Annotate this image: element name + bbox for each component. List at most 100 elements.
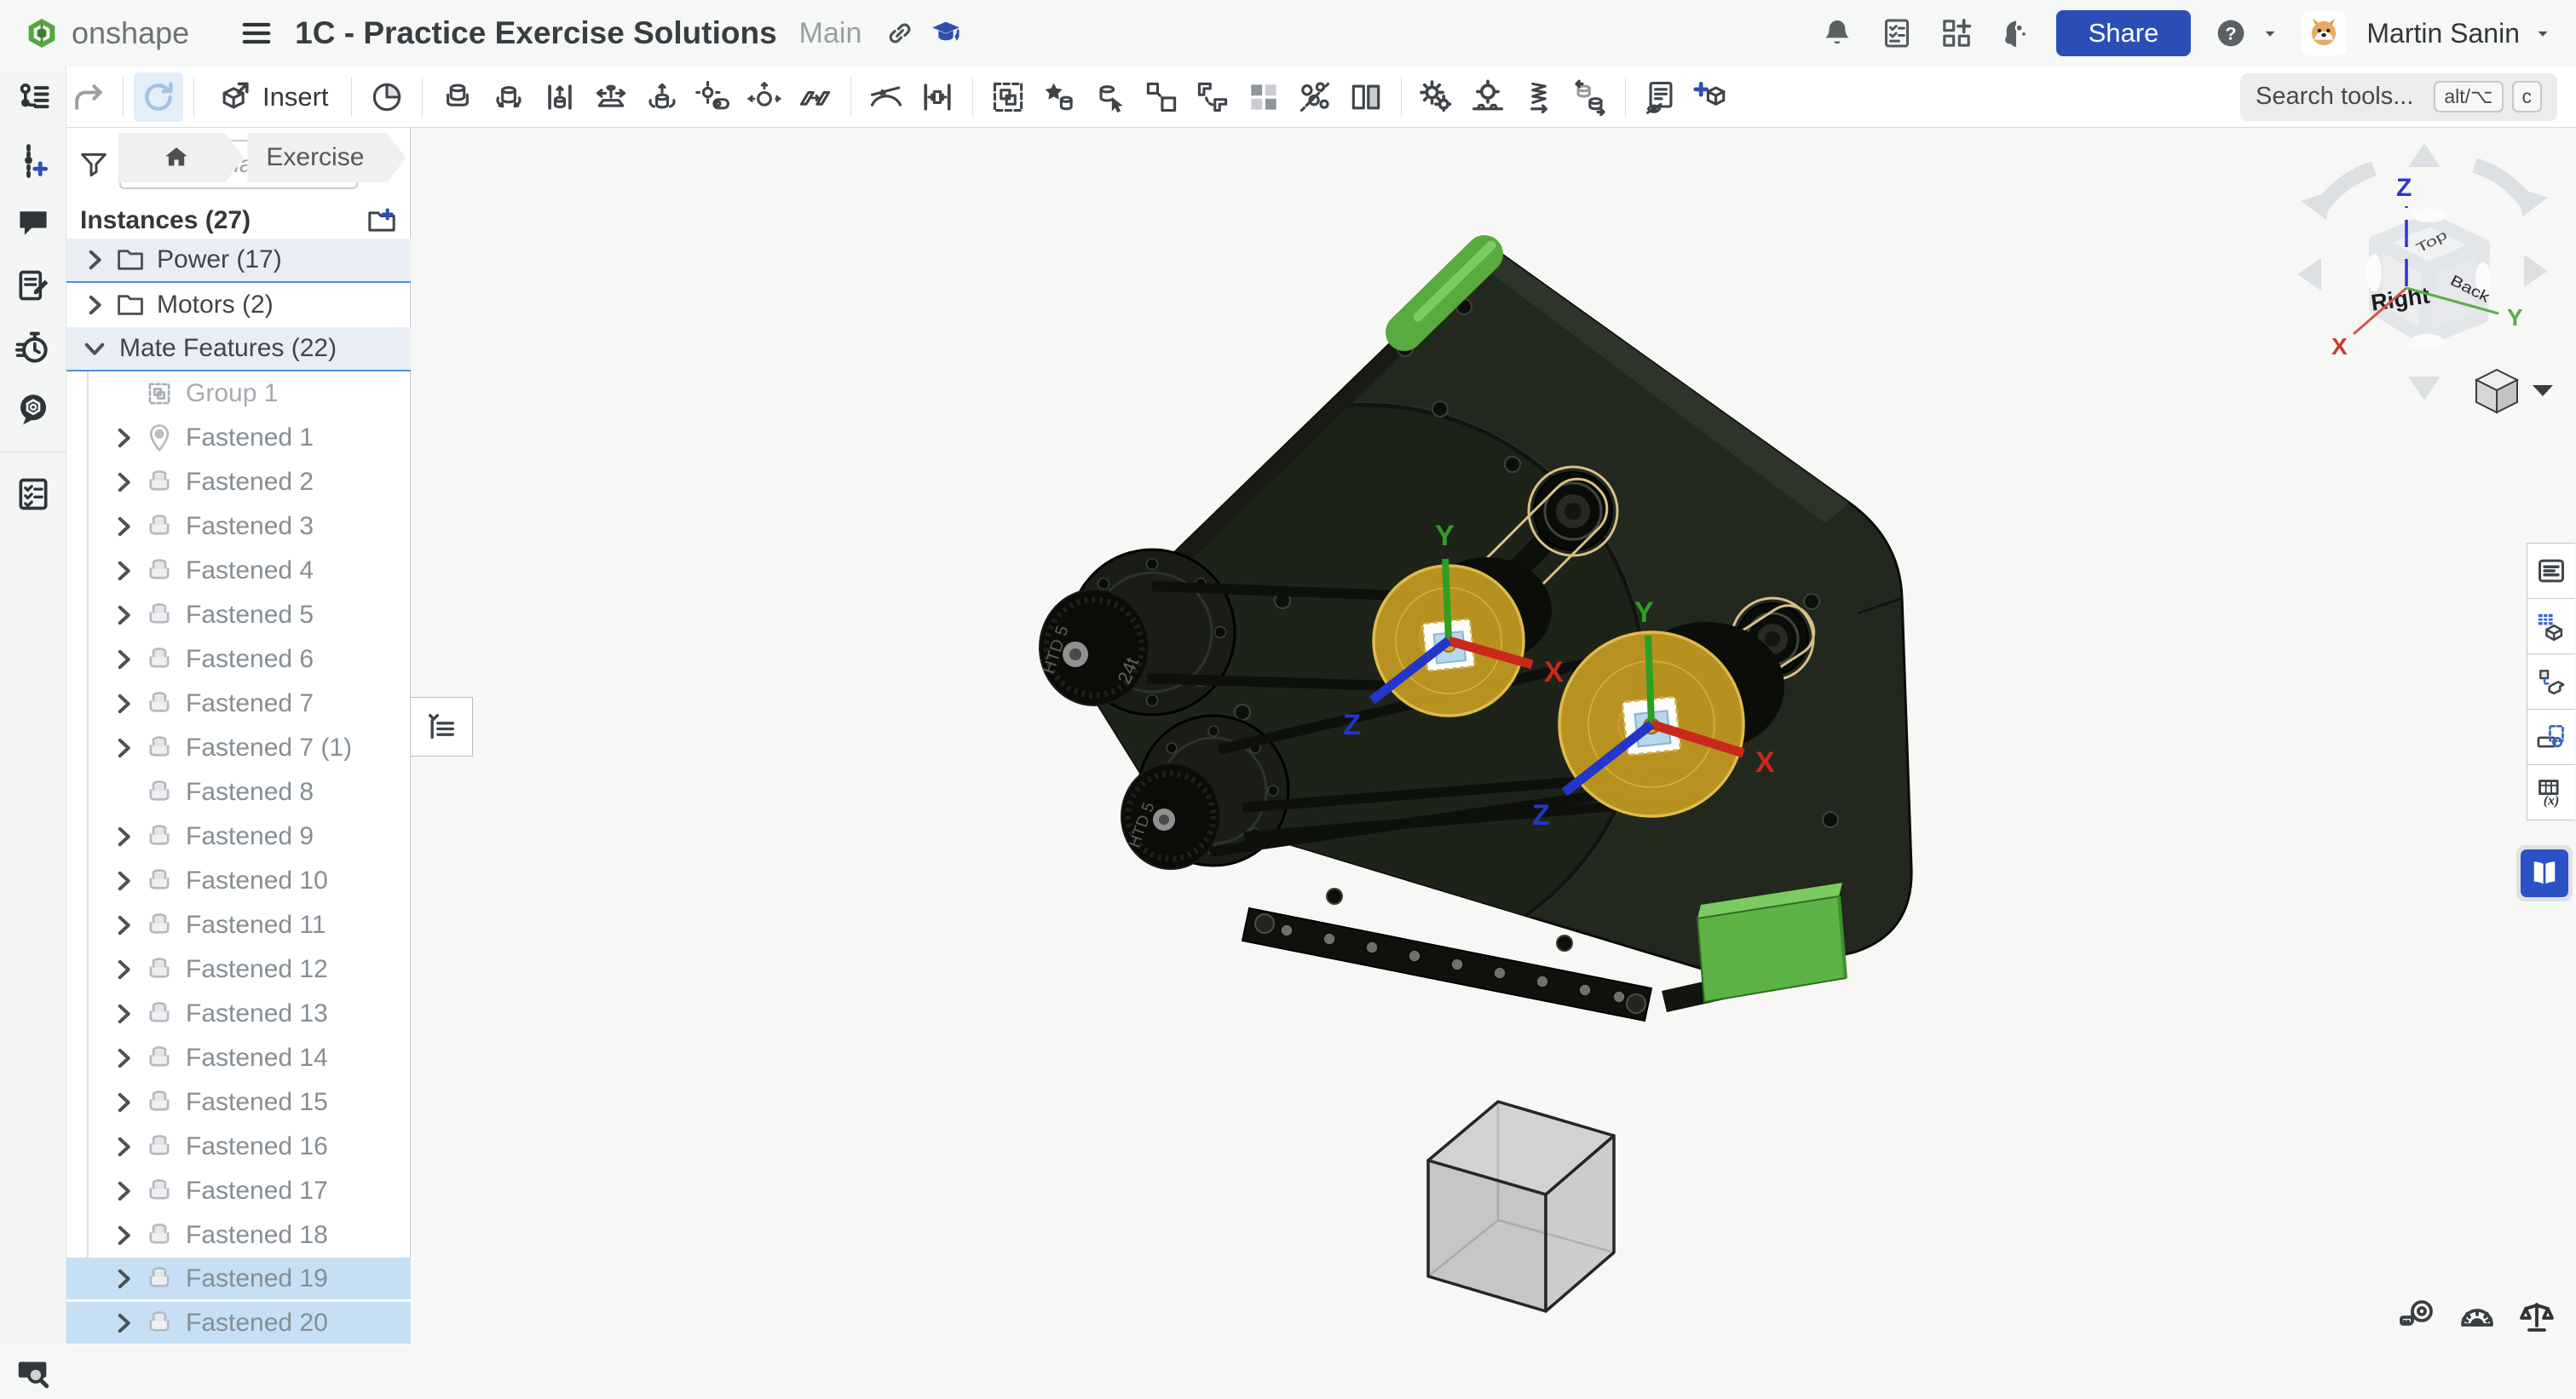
redo-button[interactable] [63, 72, 112, 122]
tree-row[interactable]: Fastened 17 [66, 1169, 411, 1213]
chevron-right-icon[interactable] [109, 1044, 138, 1073]
tree-row[interactable]: Fastened 7 [66, 682, 411, 726]
learning-cap-icon[interactable] [926, 14, 965, 53]
panel-collapse-toggle[interactable] [411, 697, 473, 757]
history-rail-button[interactable] [13, 327, 54, 368]
bearing-top[interactable] [1534, 472, 1612, 550]
onshape-logo-icon[interactable] [22, 14, 61, 53]
tree-row[interactable]: Fastened 2 [66, 460, 411, 504]
3d-viewport[interactable]: HTD 5 24t HTD 5 [411, 128, 2576, 1344]
tree-row[interactable]: Fastened 12 [66, 947, 411, 992]
pin-slot-tool-button[interactable] [689, 72, 738, 122]
tree-row[interactable]: Fastened 19 [66, 1258, 411, 1302]
bom-table-panel-button[interactable] [2527, 598, 2575, 654]
filter-funnel-icon[interactable] [75, 146, 112, 183]
user-name[interactable]: Martin Sanin [2366, 18, 2520, 49]
pattern-tool-button[interactable] [1239, 72, 1288, 122]
tree-row[interactable]: Fastened 11 [66, 903, 411, 947]
workspace-branch[interactable]: Main [799, 17, 862, 50]
rack-pinion-tool-button[interactable] [1463, 72, 1513, 122]
structure-outline-panel-button[interactable] [2527, 543, 2575, 599]
cylindrical-tool-button[interactable] [637, 72, 687, 122]
section-tool-button[interactable] [1341, 72, 1391, 122]
belt-tool-button[interactable] [1565, 72, 1615, 122]
insert-in-context-panel-button[interactable] [2527, 653, 2575, 710]
main-menu-icon[interactable] [237, 14, 276, 53]
tree-row[interactable]: Fastened 6 [66, 637, 411, 682]
tree-row[interactable]: Fastened 13 [66, 992, 411, 1036]
exploded-view-tool-button[interactable] [1687, 72, 1737, 122]
tree-row[interactable]: Fastened 7 (1) [66, 726, 411, 770]
planar-tool-button[interactable] [586, 72, 636, 122]
chevron-right-icon[interactable] [109, 999, 138, 1028]
chevron-right-icon[interactable] [109, 512, 138, 541]
notes-rail-button[interactable] [13, 265, 54, 306]
tree-row[interactable]: Fastened 3 [66, 504, 411, 549]
offset-in-place-tool-button[interactable] [1137, 72, 1186, 122]
chevron-right-icon[interactable] [109, 601, 138, 630]
mass-properties-button[interactable] [2516, 1297, 2557, 1338]
tree-row[interactable]: Fastened 10 [66, 859, 411, 903]
tree-row[interactable]: Fastened 20 [66, 1302, 411, 1344]
learning-rail-button[interactable] [13, 389, 54, 430]
chevron-right-icon[interactable] [109, 423, 138, 452]
learning-book-button[interactable] [2516, 845, 2573, 901]
chevron-right-icon[interactable] [109, 1132, 138, 1161]
chevron-right-icon[interactable] [109, 734, 138, 763]
ball-tool-button[interactable] [740, 72, 789, 122]
home-tab[interactable] [118, 133, 244, 182]
bom-tool-button[interactable] [1636, 72, 1686, 122]
screw-tool-button[interactable] [1514, 72, 1564, 122]
mate-tool-button[interactable] [362, 72, 412, 122]
tree-row[interactable]: Fastened 15 [66, 1080, 411, 1125]
chevron-right-icon[interactable] [80, 291, 109, 320]
document-title[interactable]: 1C - Practice Exercise Solutions [295, 15, 777, 51]
apps-store-icon[interactable] [1937, 14, 1976, 53]
create-version-rail-button[interactable] [13, 141, 54, 181]
variables-table-panel-button[interactable]: (x) [2527, 764, 2575, 820]
versions-rail-button[interactable] [13, 78, 54, 119]
tree-row[interactable]: Fastened 9 [66, 815, 411, 859]
notifications-bell-icon[interactable] [1818, 14, 1857, 53]
slider-tool-button[interactable] [535, 72, 585, 122]
tree-row[interactable]: Fastened 4 [66, 549, 411, 593]
tree-row[interactable]: Mate Features (22) [66, 327, 411, 371]
help-icon[interactable]: ? [2211, 14, 2250, 53]
fastened-tool-button[interactable] [433, 72, 482, 122]
search-tools-button[interactable]: Search tools... alt/⌥ c [2240, 73, 2557, 121]
tangent-tool-button[interactable] [862, 72, 911, 122]
configurations-panel-button[interactable] [2527, 709, 2575, 765]
tree-row[interactable]: Fastened 5 [66, 593, 411, 637]
chevron-right-icon[interactable] [109, 1177, 138, 1206]
tree-row[interactable]: Fastened 8 [66, 770, 411, 815]
chevron-right-icon[interactable] [109, 1221, 138, 1250]
named-positions-tool-button[interactable] [1034, 72, 1084, 122]
tree-row[interactable]: Group 1 [66, 371, 411, 416]
tree-row[interactable]: Fastened 18 [66, 1213, 411, 1258]
chevron-right-icon[interactable] [109, 689, 138, 718]
chevron-right-icon[interactable] [109, 645, 138, 674]
parallel-tool-button[interactable] [791, 72, 840, 122]
chevron-right-icon[interactable] [109, 955, 138, 984]
tasks-icon[interactable] [1877, 14, 1916, 53]
tree-row[interactable]: Power (17) [66, 239, 411, 283]
replicate-tool-button[interactable] [1188, 72, 1237, 122]
distance-tool-button[interactable] [913, 72, 962, 122]
user-avatar[interactable] [2302, 11, 2346, 55]
update-sync-button[interactable] [134, 72, 183, 122]
protractor-button[interactable] [2457, 1297, 2498, 1338]
chevron-right-icon[interactable] [109, 866, 138, 895]
tape-measure-button[interactable] [2397, 1297, 2438, 1338]
share-link-icon[interactable] [880, 14, 919, 53]
help-caret-icon[interactable] [2259, 14, 2281, 53]
document-tab[interactable]: Exercise 3: Sho [247, 133, 406, 182]
tree-row[interactable]: Fastened 16 [66, 1125, 411, 1169]
tree-row[interactable]: Fastened 14 [66, 1036, 411, 1080]
chevron-down-icon[interactable] [80, 334, 109, 363]
chevron-right-icon[interactable] [109, 468, 138, 497]
user-caret-icon[interactable] [2532, 14, 2554, 53]
sphere-pattern-tool-button[interactable] [1290, 72, 1340, 122]
add-folder-icon[interactable] [363, 202, 401, 239]
chevron-right-icon[interactable] [109, 822, 138, 851]
checklist-rail-button[interactable] [13, 474, 54, 515]
